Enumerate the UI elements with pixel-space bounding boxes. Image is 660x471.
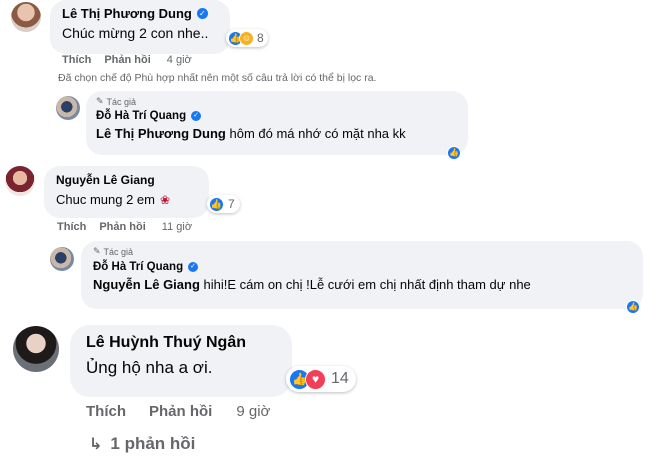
reply-text: Lê Thị Phương Dung hôm đó má nhớ có mặt … bbox=[96, 126, 458, 141]
reaction-summary[interactable]: 👍 ♥ 14 bbox=[286, 366, 356, 392]
timestamp[interactable]: 4 giờ bbox=[167, 54, 192, 66]
avatar[interactable] bbox=[13, 326, 59, 372]
comment-bubble: Nguyễn Lê Giang Chuc mung 2 em ❀ bbox=[44, 166, 209, 218]
like-icon[interactable]: 👍 bbox=[447, 146, 461, 160]
replies-count[interactable]: 1 phản hồi bbox=[110, 434, 195, 454]
reply-bubble: ✎ Tác giả Đỗ Hà Trí Quang ✓ Nguyễn Lê Gi… bbox=[81, 241, 643, 309]
avatar[interactable] bbox=[50, 247, 74, 271]
reaction-summary[interactable]: 👍 ☺ 8 bbox=[226, 29, 268, 47]
commenter-name[interactable]: Đỗ Hà Trí Quang bbox=[96, 110, 186, 122]
comment-actions: Thích Phản hồi 11 giờ bbox=[57, 221, 192, 233]
pencil-icon: ✎ bbox=[93, 246, 101, 256]
pencil-icon: ✎ bbox=[96, 96, 104, 106]
comment-text: Chuc mung 2 em bbox=[56, 192, 155, 207]
avatar[interactable] bbox=[11, 2, 41, 32]
reply-arrow-icon: ↳ bbox=[89, 436, 103, 453]
filter-notice: Đã chọn chế độ Phù hợp nhất nên một số c… bbox=[58, 72, 377, 84]
mention-link[interactable]: Nguyễn Lê Giang bbox=[93, 277, 200, 292]
author-badge: Tác giả bbox=[106, 96, 137, 107]
reaction-count: 7 bbox=[228, 197, 235, 211]
verified-check-icon: ✓ bbox=[196, 8, 208, 19]
rose-emoji-icon: ❀ bbox=[160, 192, 171, 207]
commenter-name[interactable]: Nguyễn Lê Giang bbox=[56, 173, 155, 187]
commenter-name[interactable]: Lê Huỳnh Thuý Ngân bbox=[86, 334, 246, 352]
comment-bubble: Lê Huỳnh Thuý Ngân Ủng hộ nha a ơi. bbox=[70, 325, 292, 397]
timestamp[interactable]: 9 giờ bbox=[236, 403, 270, 420]
like-button[interactable]: Thích bbox=[86, 403, 126, 420]
care-icon: ☺ bbox=[239, 30, 254, 46]
comment-text: Ủng hộ nha a ơi. bbox=[86, 358, 213, 377]
reaction-count: 14 bbox=[331, 370, 349, 387]
like-icon[interactable]: 👍 bbox=[626, 300, 640, 314]
comment-actions: Thích Phản hồi 9 giờ bbox=[86, 403, 270, 420]
reaction-count: 8 bbox=[257, 31, 264, 45]
view-replies-link[interactable]: ↳ 1 phản hồi bbox=[89, 434, 195, 454]
verified-check-icon: ✓ bbox=[191, 111, 202, 121]
comment-actions: Thích Phản hồi 4 giờ bbox=[62, 54, 192, 66]
reply-message: hôm đó má nhớ có mặt nha kk bbox=[225, 126, 406, 141]
reply-message: hihi!E cám on chị !Lễ cưới em chị nhất đ… bbox=[199, 277, 531, 292]
reply-button[interactable]: Phản hồi bbox=[149, 403, 212, 420]
commenter-name[interactable]: Lê Thị Phương Dung bbox=[62, 6, 192, 21]
commenter-name[interactable]: Đỗ Hà Trí Quang bbox=[93, 261, 183, 273]
comment-bubble: Lê Thị Phương Dung ✓ Chúc mừng 2 con nhe… bbox=[50, 0, 230, 54]
reply-button[interactable]: Phản hồi bbox=[104, 54, 150, 66]
reply-text: Nguyễn Lê Giang hihi!E cám on chị !Lễ cư… bbox=[93, 277, 631, 292]
like-button[interactable]: Thích bbox=[62, 54, 91, 66]
author-badge: Tác giả bbox=[103, 246, 134, 257]
comment-text: Chúc mừng 2 con nhe.. bbox=[62, 25, 209, 41]
reply-bubble: ✎ Tác giả Đỗ Hà Trí Quang ✓ Lê Thị Phươn… bbox=[86, 91, 468, 155]
avatar[interactable] bbox=[5, 166, 35, 196]
verified-check-icon: ✓ bbox=[188, 262, 199, 272]
mention-link[interactable]: Lê Thị Phương Dung bbox=[96, 126, 226, 141]
timestamp[interactable]: 11 giờ bbox=[162, 221, 192, 233]
like-button[interactable]: Thích bbox=[57, 221, 86, 233]
like-icon: 👍 bbox=[209, 196, 224, 212]
reply-button[interactable]: Phản hồi bbox=[99, 221, 145, 233]
avatar[interactable] bbox=[56, 96, 80, 120]
reaction-summary[interactable]: 👍 7 bbox=[207, 195, 240, 213]
love-icon: ♥ bbox=[305, 368, 326, 390]
